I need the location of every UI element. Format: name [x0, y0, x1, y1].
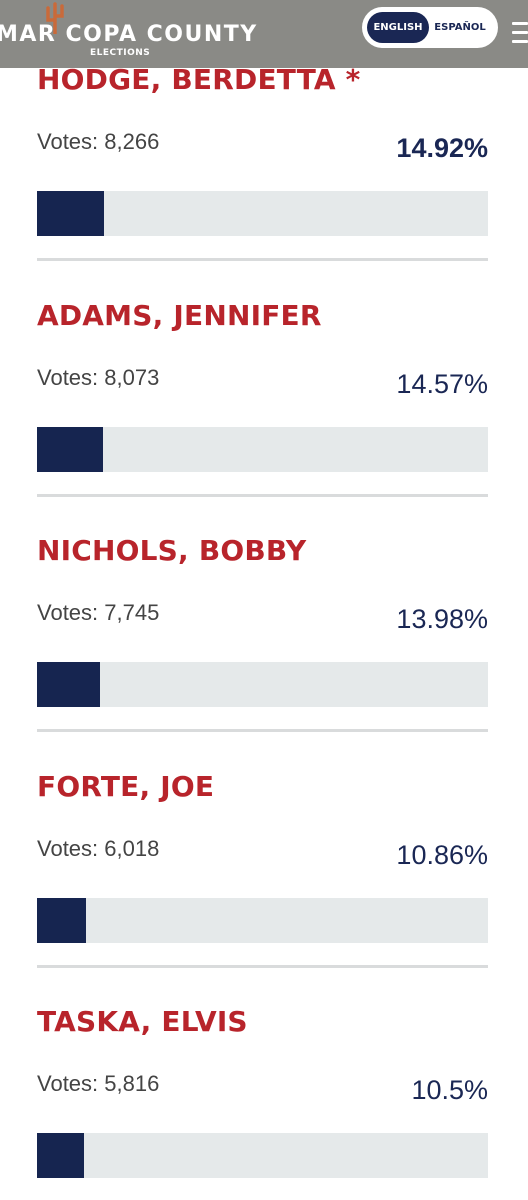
site-header: MAR COPA COUNTY ELECTIONS ENGLISH ESPAÑO… [0, 0, 528, 68]
candidate-name: FORTE, JOE [37, 770, 215, 803]
progress-bar [37, 427, 488, 472]
candidate-card: NICHOLS, BOBBY Votes: 7,745 13.98% [37, 534, 488, 770]
candidate-name: NICHOLS, BOBBY [37, 534, 307, 567]
progress-bar [37, 191, 488, 236]
candidate-card: HODGE, BERDETTA * Votes: 8,266 14.92% [37, 63, 488, 299]
vote-count: Votes: 7,745 [37, 600, 160, 625]
vote-percentage: 10.86% [396, 840, 488, 870]
divider [37, 494, 488, 497]
vote-percentage: 14.57% [396, 369, 488, 399]
language-spanish-button[interactable]: ESPAÑOL [429, 12, 491, 43]
vote-count: Votes: 6,018 [37, 836, 160, 861]
vote-percentage: 14.92% [396, 133, 488, 163]
divider [37, 965, 488, 968]
progress-bar-fill [37, 898, 86, 943]
progress-bar-fill [37, 662, 101, 707]
divider [37, 729, 488, 732]
vote-percentage: 10.5% [411, 1075, 488, 1105]
progress-bar [37, 662, 488, 707]
hamburger-menu-icon[interactable] [512, 20, 528, 46]
vote-count: Votes: 8,073 [37, 365, 160, 390]
language-toggle: ENGLISH ESPAÑOL [362, 7, 498, 48]
county-logo[interactable]: MAR COPA COUNTY ELECTIONS [0, 2, 260, 58]
candidate-name: ADAMS, JENNIFER [37, 299, 322, 332]
candidate-name: TASKA, ELVIS [37, 1005, 248, 1038]
progress-bar [37, 1133, 488, 1178]
logo-text: MAR COPA COUNTY [0, 22, 258, 47]
candidate-card: FORTE, JOE Votes: 6,018 10.86% [37, 770, 488, 1006]
candidate-card: ADAMS, JENNIFER Votes: 8,073 14.57% [37, 299, 488, 535]
logo-subtitle: ELECTIONS [90, 48, 151, 58]
vote-percentage: 13.98% [396, 604, 488, 634]
vote-count: Votes: 8,266 [37, 129, 160, 154]
progress-bar-fill [37, 1133, 85, 1178]
vote-count: Votes: 5,816 [37, 1071, 160, 1096]
progress-bar-fill [37, 191, 105, 236]
candidate-card: TASKA, ELVIS Votes: 5,816 10.5% [37, 1005, 488, 1200]
language-english-button[interactable]: ENGLISH [367, 12, 429, 43]
page: HODGE, BERDETTA * Votes: 8,266 14.92% AD… [0, 0, 528, 1200]
progress-bar-fill [37, 427, 103, 472]
divider [37, 258, 488, 261]
progress-bar [37, 898, 488, 943]
